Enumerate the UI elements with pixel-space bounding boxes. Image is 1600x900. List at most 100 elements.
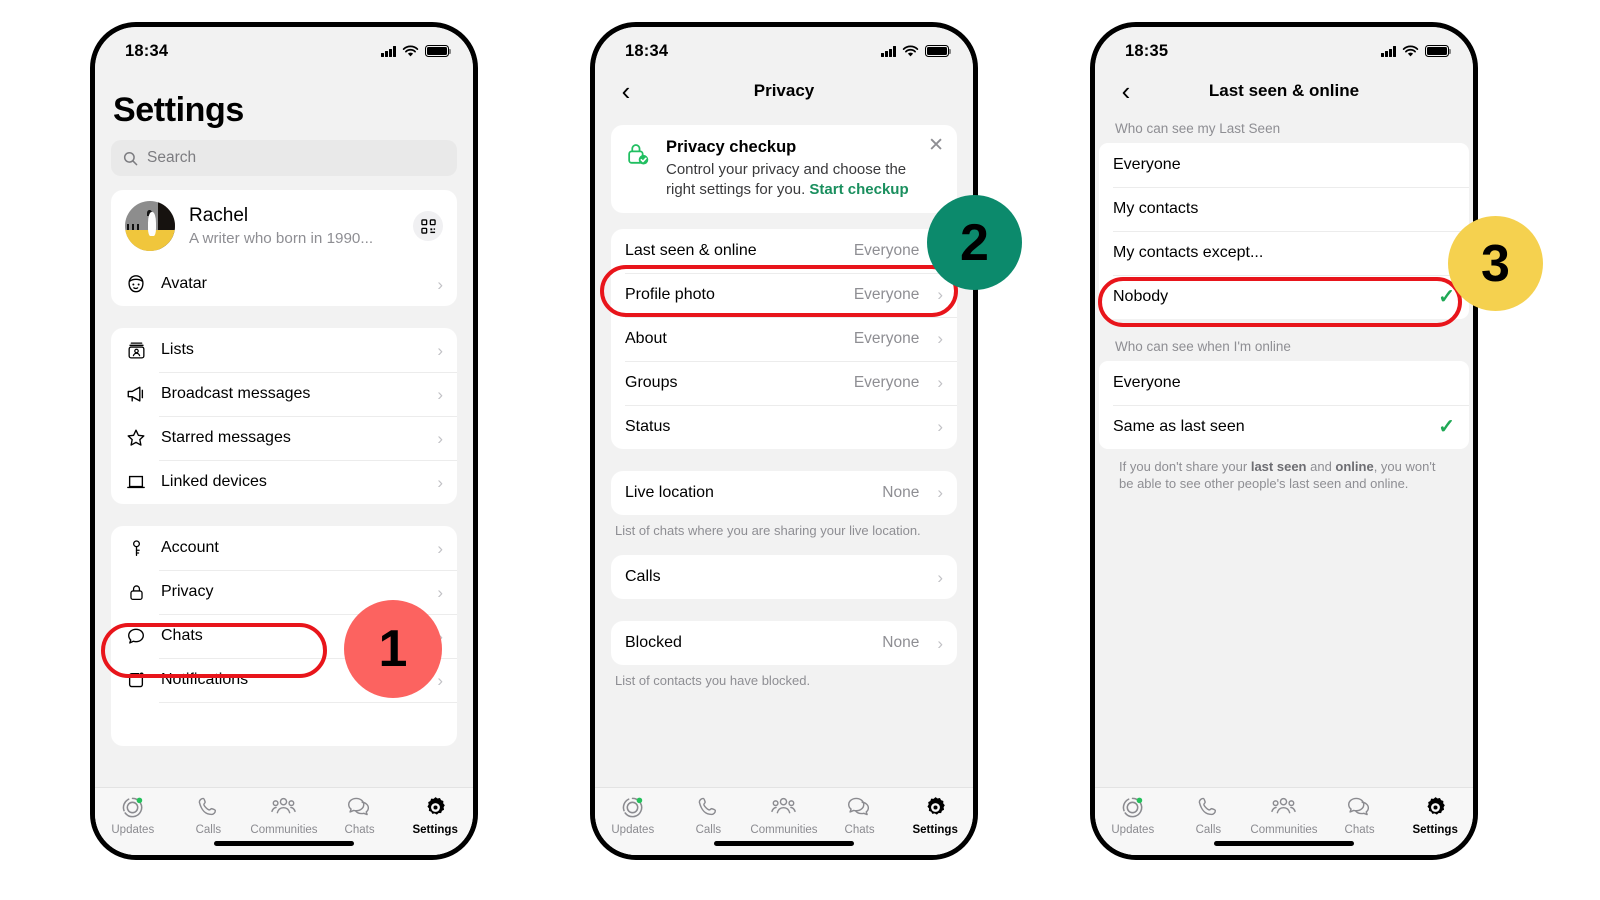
status-bar: 18:34 [595, 27, 973, 69]
communities-icon [771, 797, 797, 814]
tab-settings[interactable]: Settings [1397, 795, 1473, 836]
row-live-location[interactable]: Live location None › [611, 471, 957, 515]
row-status[interactable]: Status › [611, 404, 957, 449]
option-my-contacts-except[interactable]: My contacts except... › [1099, 231, 1469, 275]
step-badge-number: 3 [1481, 234, 1510, 293]
search-input[interactable]: Search [111, 140, 457, 176]
row-label: Groups [625, 373, 678, 391]
tab-label: Communities [250, 824, 318, 836]
row-blocked[interactable]: Blocked None › [611, 621, 957, 665]
sidebar-item-broadcast-messages[interactable]: Broadcast messages › [111, 372, 457, 416]
tab-calls[interactable]: Calls [671, 795, 747, 836]
signal-bars-icon [1381, 45, 1396, 57]
signal-bars-icon [381, 45, 396, 57]
phone-icon [1198, 797, 1216, 816]
chevron-right-icon: › [437, 340, 443, 360]
chevron-right-icon: › [937, 483, 943, 503]
phone-icon [698, 797, 716, 816]
tab-updates[interactable]: Updates [1095, 795, 1171, 836]
option-nobody[interactable]: Nobody ✓ [1099, 275, 1469, 319]
step-badge-number: 2 [960, 213, 989, 272]
row-calls[interactable]: Calls › [611, 555, 957, 599]
tab-label: Chats [1344, 824, 1375, 836]
blocked-group: Blocked None › [611, 621, 957, 666]
updates-ring-icon [1123, 797, 1143, 818]
chevron-right-icon: › [937, 567, 943, 587]
checkmark-icon: ✓ [1438, 286, 1455, 308]
wifi-icon [902, 44, 919, 56]
sidebar-item-account[interactable]: Account › [111, 526, 457, 570]
row-profile-photo[interactable]: Profile photo Everyone › [611, 272, 957, 317]
row-last-seen-online[interactable]: Last seen & online Everyone › [611, 229, 957, 273]
start-checkup-link[interactable]: Start checkup [809, 181, 908, 198]
tab-calls[interactable]: Calls [171, 795, 247, 836]
tab-chats[interactable]: Chats [1322, 795, 1398, 836]
privacy-checkup-banner: Privacy checkup Control your privacy and… [611, 125, 957, 213]
megaphone-icon [125, 384, 147, 404]
chats-icon [1348, 797, 1370, 816]
close-icon[interactable]: ✕ [928, 136, 944, 155]
tab-label: Settings [412, 824, 458, 836]
profile-row[interactable]: Rachel A writer who born in 1990... [111, 190, 457, 262]
option-same-as-last-seen[interactable]: Same as last seen ✓ [1099, 405, 1469, 449]
sidebar-item-starred-messages[interactable]: Starred messages › [111, 416, 457, 460]
note-bold-2: online [1335, 459, 1374, 474]
back-chevron-icon[interactable]: ‹ [613, 78, 639, 104]
laptop-icon [125, 472, 147, 492]
tab-chats[interactable]: Chats [822, 795, 898, 836]
chevron-right-icon: › [937, 417, 943, 437]
status-time: 18:35 [1125, 41, 1169, 60]
home-indicator [1214, 841, 1354, 846]
page-title: Privacy [753, 81, 815, 100]
tools-group: Lists › Broadcast messages › Starred mes… [111, 328, 457, 504]
tab-communities[interactable]: Communities [246, 795, 322, 836]
sidebar-item-label: Lists [161, 341, 194, 358]
chevron-right-icon: › [937, 633, 943, 653]
section-header-online: Who can see when I'm online [1115, 339, 1291, 354]
option-my-contacts[interactable]: My contacts [1099, 187, 1469, 231]
privacy-scroll-body: Privacy checkup Control your privacy and… [595, 113, 973, 787]
option-online-everyone[interactable]: Everyone [1099, 361, 1469, 405]
tab-chats[interactable]: Chats [322, 795, 398, 836]
tab-communities[interactable]: Communities [746, 795, 822, 836]
sidebar-item-avatar[interactable]: Avatar › [111, 262, 457, 306]
section-header-last-seen: Who can see my Last Seen [1115, 121, 1281, 136]
last-seen-scroll-body: Who can see my Last Seen Everyone My con… [1095, 113, 1473, 787]
row-about[interactable]: About Everyone › [611, 316, 957, 361]
option-everyone[interactable]: Everyone [1099, 143, 1469, 187]
checkup-heading: Privacy checkup [666, 138, 797, 156]
tab-label: Updates [611, 824, 655, 836]
communities-icon [1271, 797, 1297, 814]
sidebar-item-label: Privacy [161, 583, 214, 600]
tab-updates[interactable]: Updates [595, 795, 671, 836]
back-chevron-icon[interactable]: ‹ [1113, 78, 1139, 104]
status-bar: 18:34 [95, 27, 473, 69]
last-seen-options-group: Everyone My contacts My contacts except.… [1099, 143, 1469, 319]
tab-calls[interactable]: Calls [1171, 795, 1247, 836]
tab-label: Calls [195, 824, 222, 836]
row-groups[interactable]: Groups Everyone › [611, 360, 957, 405]
tab-communities[interactable]: Communities [1246, 795, 1322, 836]
screenshot-canvas: 18:34 Settings Search Rachel A writer wh… [0, 0, 1600, 900]
tab-updates[interactable]: Updates [95, 795, 171, 836]
qr-code-icon[interactable] [413, 211, 443, 241]
profile-card: Rachel A writer who born in 1990... Avat… [111, 190, 457, 306]
tab-label: Chats [344, 824, 375, 836]
tab-label: Settings [1412, 824, 1458, 836]
phone-last-seen: 18:35 ‹ Last seen & online Who can see m… [1090, 22, 1478, 860]
option-label: Everyone [1113, 156, 1181, 173]
sidebar-item-lists[interactable]: Lists › [111, 328, 457, 372]
avatar [125, 201, 175, 251]
live-location-group: Live location None › [611, 470, 957, 515]
chevron-right-icon: › [437, 428, 443, 448]
chevron-right-icon: › [437, 472, 443, 492]
tab-label: Updates [1111, 824, 1155, 836]
gear-icon [427, 797, 445, 815]
home-indicator [214, 841, 354, 846]
step-badge-1: 1 [344, 600, 442, 698]
sidebar-item-partial[interactable] [111, 702, 457, 746]
tab-settings[interactable]: Settings [897, 795, 973, 836]
note-part-1: If you don't share your [1119, 459, 1251, 474]
tab-settings[interactable]: Settings [397, 795, 473, 836]
sidebar-item-linked-devices[interactable]: Linked devices › [111, 460, 457, 504]
